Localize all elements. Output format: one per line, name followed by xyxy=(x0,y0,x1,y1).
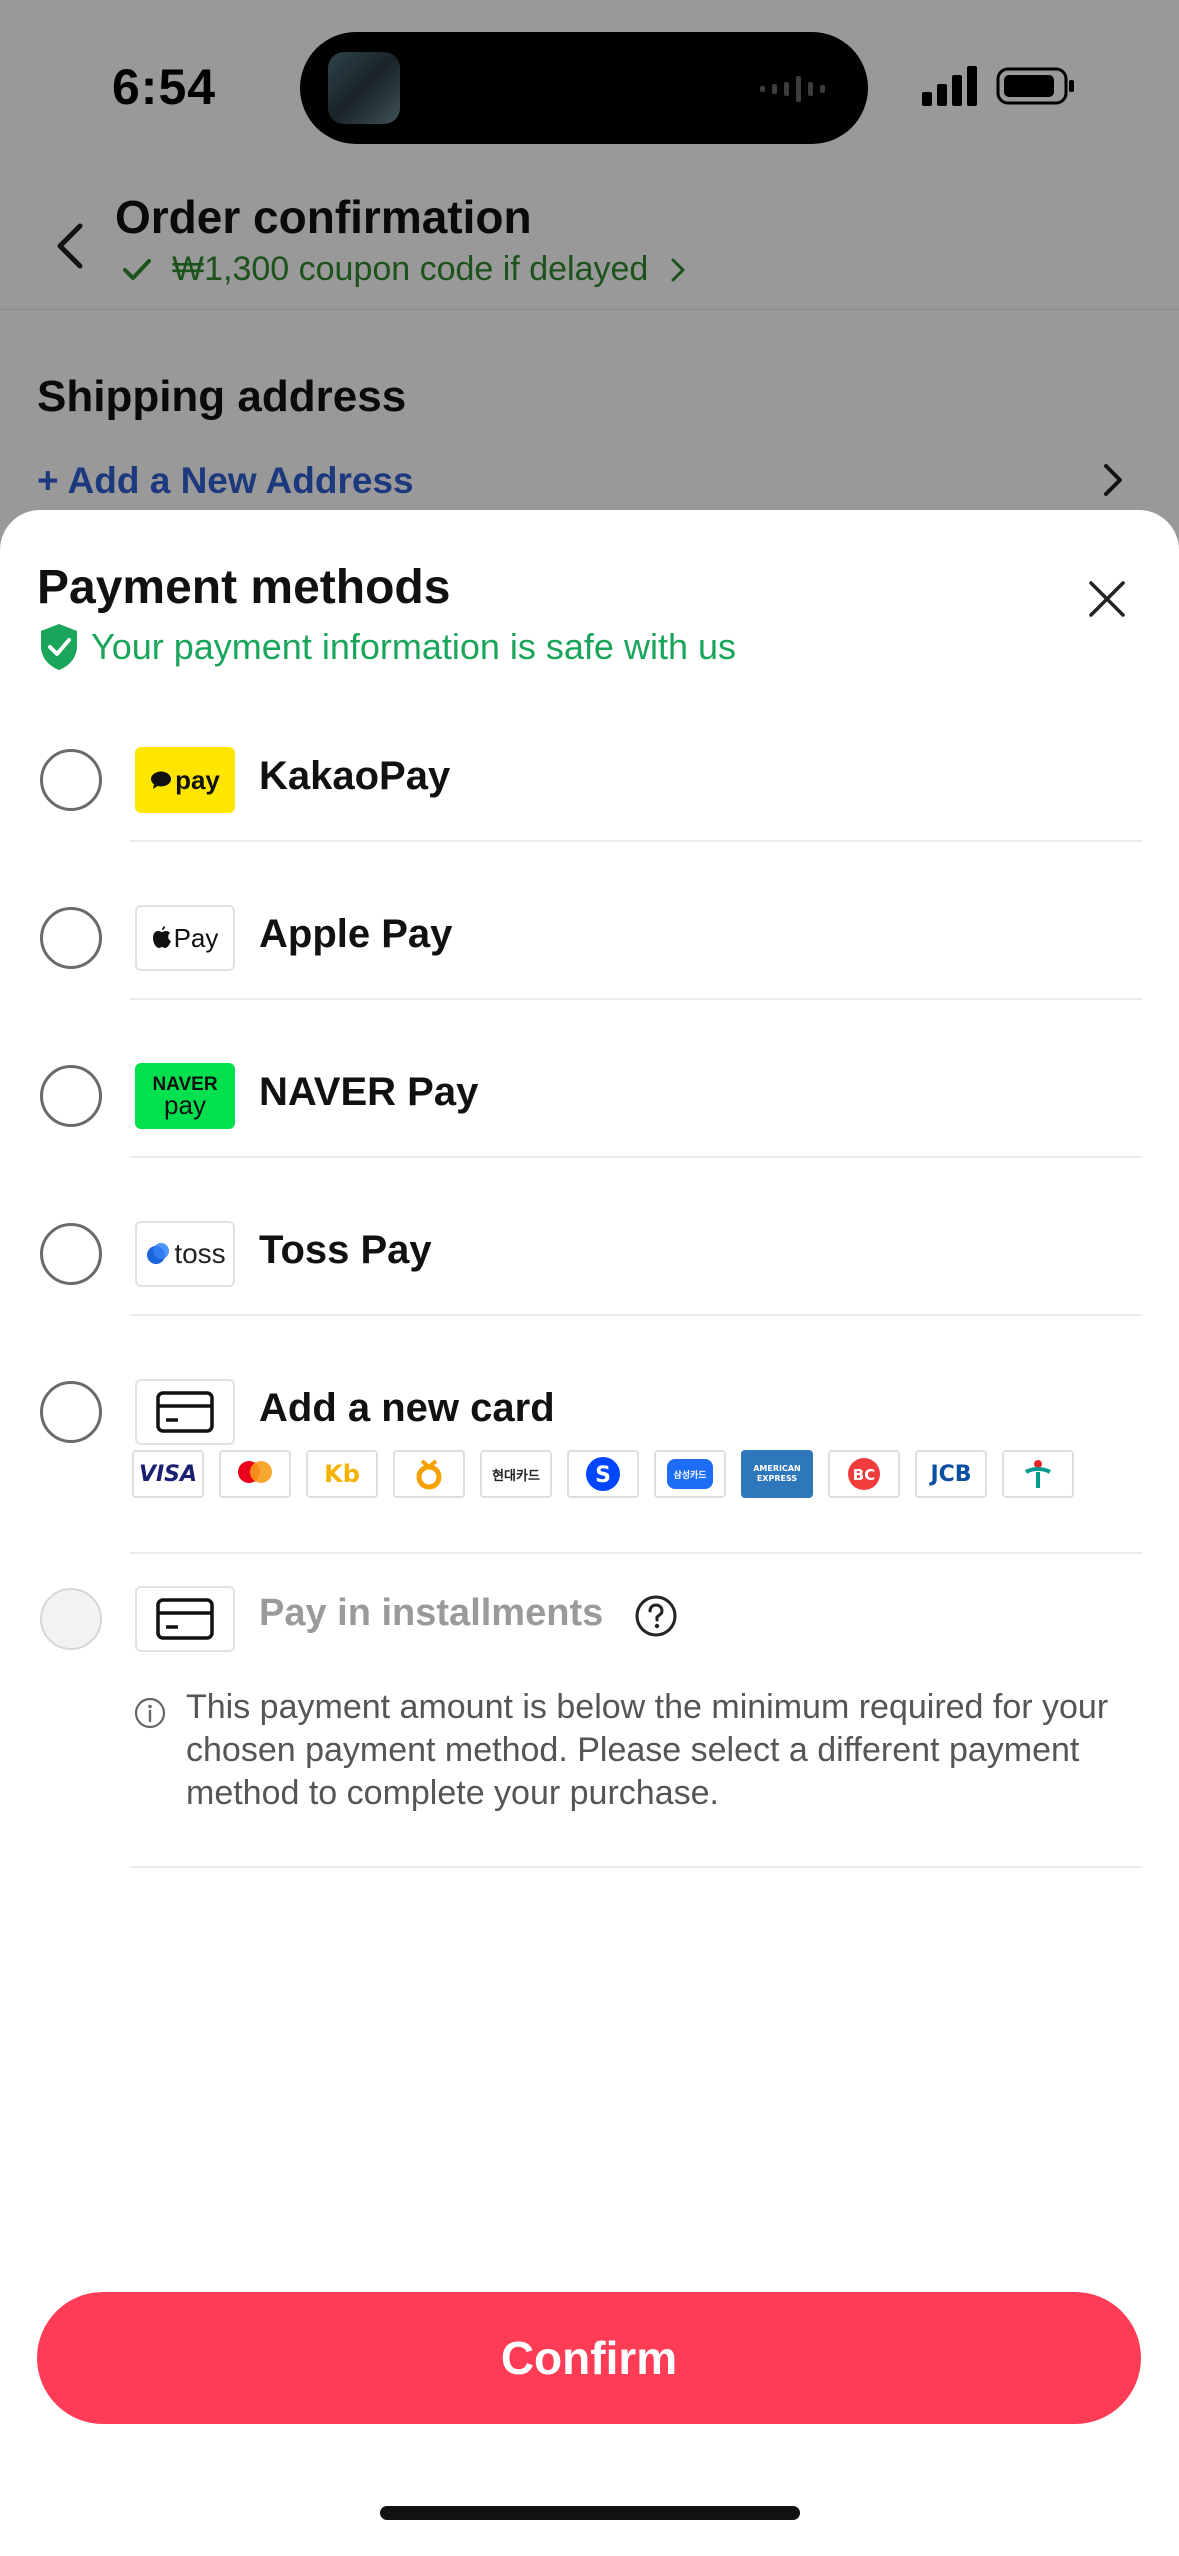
radio-button[interactable] xyxy=(40,1223,102,1285)
kakaopay-logo: pay xyxy=(135,747,235,813)
installments-label: Pay in installments xyxy=(259,1592,604,1634)
divider xyxy=(130,998,1142,1000)
radio-button-disabled xyxy=(40,1588,102,1650)
nh-card-logo xyxy=(393,1450,465,1498)
payment-methods-sheet: Payment methods Your payment information… xyxy=(0,510,1179,2556)
naver-pay-logo: NAVER pay xyxy=(135,1063,235,1129)
visa-logo-text: VISA xyxy=(138,1461,198,1487)
toss-icon xyxy=(147,1243,170,1264)
installments-note: This payment amount is below the minimum… xyxy=(186,1688,1109,1812)
bc-card-logo: BC xyxy=(828,1450,900,1498)
safety-notice: Your payment information is safe with us xyxy=(37,622,736,672)
method-label: Apple Pay xyxy=(259,912,453,956)
radio-button[interactable] xyxy=(40,749,102,811)
bc-emblem-icon: BC xyxy=(848,1458,880,1490)
close-icon[interactable] xyxy=(1088,580,1126,618)
payment-option-naver-pay[interactable]: NAVER pay NAVER Pay xyxy=(0,1046,1179,1146)
divider xyxy=(130,840,1142,842)
amex-logo-text: AMERICAN EXPRESS xyxy=(753,1464,801,1483)
mastercard-logo xyxy=(219,1450,291,1498)
speech-bubble-icon xyxy=(151,771,172,789)
apple-pay-logo: Pay xyxy=(135,905,235,971)
shinhan-logo-text: S xyxy=(595,1463,611,1488)
card-outline-icon xyxy=(156,1391,214,1433)
home-indicator xyxy=(380,2506,800,2520)
hana-card-logo xyxy=(1002,1450,1074,1498)
divider xyxy=(130,1552,1142,1554)
shield-check-icon xyxy=(41,624,77,670)
apple-icon xyxy=(152,926,171,948)
amex-logo: AMERICAN EXPRESS xyxy=(741,1450,813,1498)
shinhan-emblem-icon: S xyxy=(586,1457,620,1491)
info-circle-icon xyxy=(134,1697,166,1729)
payment-option-new-card[interactable]: Add a new card xyxy=(0,1362,1179,1462)
kakaopay-logo-text: pay xyxy=(175,764,220,795)
safety-text: Your payment information is safe with us xyxy=(91,626,736,667)
method-label: Toss Pay xyxy=(259,1228,432,1272)
method-label: Add a new card xyxy=(259,1386,555,1430)
visa-logo: VISA xyxy=(132,1450,204,1498)
sheet-title: Payment methods xyxy=(37,561,451,614)
kb-card-logo: Kb xyxy=(306,1450,378,1498)
supported-cards-row: VISA Kb 현대카드 S 삼성카드 AMERICAN EXPRESS BC … xyxy=(132,1450,1074,1498)
hyundai-card-logo: 현대카드 xyxy=(480,1450,552,1498)
jcb-logo: JCB xyxy=(915,1450,987,1498)
hana-emblem-icon xyxy=(1025,1460,1051,1488)
method-label: KakaoPay xyxy=(259,754,451,798)
credit-card-icon xyxy=(135,1379,235,1445)
kb-logo-text: Kb xyxy=(324,1460,360,1488)
card-outline-icon xyxy=(156,1598,214,1640)
hyundai-logo-text: 현대카드 xyxy=(492,1468,540,1484)
toss-pay-logo: toss xyxy=(135,1221,235,1287)
payment-option-kakaopay[interactable]: pay KakaoPay xyxy=(0,730,1179,830)
question-circle-icon[interactable] xyxy=(634,1594,678,1638)
method-label: NAVER Pay xyxy=(259,1070,479,1114)
radio-button[interactable] xyxy=(40,907,102,969)
toss-logo-text: toss xyxy=(174,1238,226,1269)
payment-option-toss-pay[interactable]: toss Toss Pay xyxy=(0,1204,1179,1304)
payment-option-apple-pay[interactable]: Pay Apple Pay xyxy=(0,888,1179,988)
mastercard-circles-icon xyxy=(238,1461,272,1483)
radio-button[interactable] xyxy=(40,1065,102,1127)
confirm-button[interactable]: Confirm xyxy=(37,2292,1141,2424)
divider xyxy=(130,1866,1142,1868)
jcb-logo-text: JCB xyxy=(930,1461,972,1487)
nh-emblem-icon xyxy=(416,1459,442,1490)
divider xyxy=(130,1314,1142,1316)
naver-pay-logo-text: pay xyxy=(164,1089,206,1120)
shinhan-card-logo: S xyxy=(567,1450,639,1498)
divider xyxy=(130,1156,1142,1158)
samsung-card-logo: 삼성카드 xyxy=(654,1450,726,1498)
apple-pay-logo-text: Pay xyxy=(173,922,219,953)
bc-logo-text: BC xyxy=(853,1466,875,1484)
samsung-logo-text: 삼성카드 xyxy=(667,1459,713,1489)
credit-card-icon xyxy=(135,1586,235,1652)
radio-button[interactable] xyxy=(40,1381,102,1443)
